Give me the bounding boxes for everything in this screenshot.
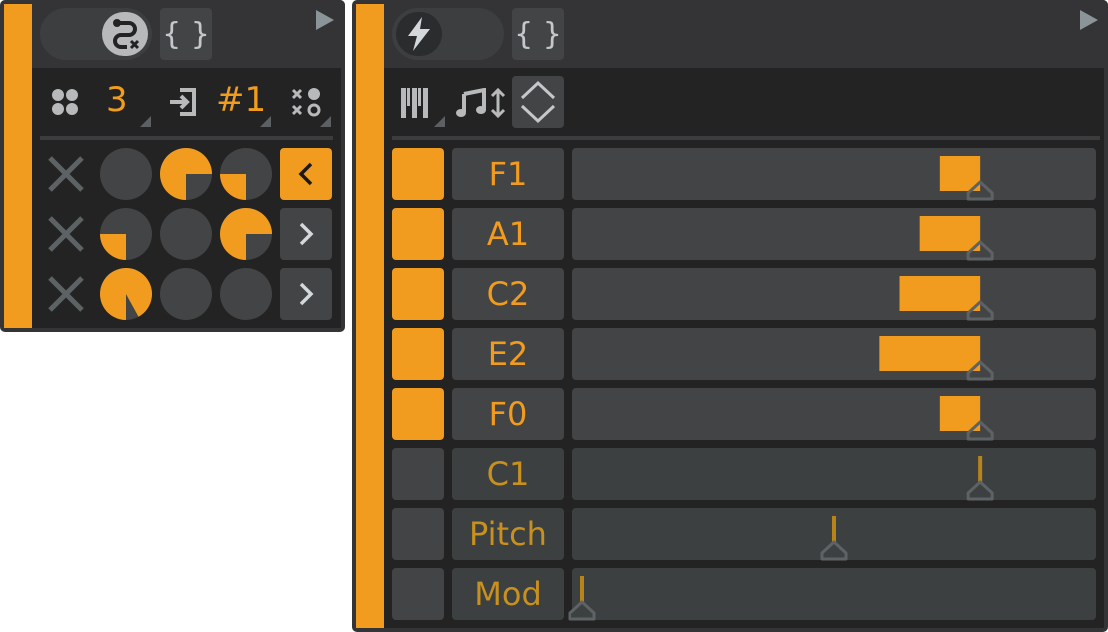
row-slider-track[interactable] (572, 268, 1096, 321)
slider-handle (820, 540, 848, 561)
row-slider-track[interactable] (572, 148, 1096, 201)
pie-cell[interactable] (220, 208, 272, 260)
pie-fill (220, 174, 246, 200)
clear-row-icon[interactable] (46, 274, 86, 314)
toolbar-divider (40, 136, 333, 140)
chevron-updown-icon[interactable] (512, 76, 564, 128)
row-label[interactable]: E2 (452, 328, 564, 380)
pie-fill (100, 234, 126, 260)
device-body: 3 #1 (32, 68, 341, 328)
row-enable-toggle[interactable] (392, 148, 444, 200)
pie-cell[interactable] (220, 268, 272, 320)
row-enable-toggle[interactable] (392, 268, 444, 320)
row-label[interactable]: F1 (452, 148, 564, 200)
slider-handle (966, 480, 994, 501)
modulation-amount-bar (919, 216, 981, 251)
slot-value[interactable]: #1 (216, 80, 266, 120)
position-line (978, 456, 983, 482)
device-color-strip (4, 4, 32, 328)
pie-cell[interactable] (220, 148, 272, 200)
slider-handle (568, 600, 596, 621)
pie-cell[interactable] (160, 208, 212, 260)
row-enable-toggle[interactable] (392, 448, 444, 500)
input-arrow-icon[interactable] (168, 87, 198, 117)
row-slider-track[interactable] (568, 568, 1096, 621)
device-header: { } (32, 0, 345, 68)
row-label[interactable]: A1 (452, 208, 564, 260)
note-updown-icon[interactable] (456, 88, 508, 118)
pie-cell[interactable] (160, 268, 212, 320)
brackets-button[interactable]: { } (160, 8, 212, 60)
piano-keys-icon[interactable] (400, 88, 432, 118)
left-device-panel: { } 3 #1 (0, 0, 345, 332)
chevron-left-icon (298, 162, 313, 186)
lightning-bolt-icon (396, 12, 442, 56)
pie-cell[interactable] (100, 148, 152, 200)
chevron-right-icon (299, 222, 314, 246)
row-slider-track[interactable] (572, 388, 1096, 441)
row-label[interactable]: Mod (452, 568, 564, 620)
position-line (832, 516, 836, 542)
keys-dropdown-corner (434, 116, 445, 127)
x-dot-grid-icon[interactable] (290, 87, 322, 117)
row-enable-toggle[interactable] (392, 508, 444, 560)
count-dropdown-corner (140, 116, 151, 127)
route-remove-icon (102, 12, 148, 56)
device-color-strip (356, 4, 384, 628)
right-device-panel: { } F1 A1 C2 E2 F0 C1 Pitch Mod (352, 0, 1108, 632)
play-triangle-icon[interactable] (316, 10, 334, 30)
device-header: { } (384, 0, 1108, 68)
mode-dropdown-corner (320, 116, 331, 127)
row-enable-toggle[interactable] (392, 328, 444, 380)
chevron-left-button[interactable] (280, 148, 332, 200)
row-slider-track[interactable] (572, 448, 1096, 501)
four-dots-icon[interactable] (50, 87, 80, 117)
row-enable-toggle[interactable] (392, 388, 444, 440)
row-label[interactable]: C2 (452, 268, 564, 320)
pie-cell[interactable] (160, 148, 212, 200)
pie-cell[interactable] (100, 268, 152, 320)
row-slider-track[interactable] (572, 328, 1096, 381)
pie-cell[interactable] (100, 208, 152, 260)
chevron-right-button[interactable] (280, 208, 332, 260)
row-slider-track[interactable] (572, 508, 1096, 561)
row-enable-toggle[interactable] (392, 208, 444, 260)
slot-dropdown-corner (260, 116, 271, 127)
modulation-amount-bar (879, 336, 981, 371)
device-toggle[interactable] (392, 8, 504, 60)
row-label[interactable]: F0 (452, 388, 564, 440)
clear-row-icon[interactable] (46, 154, 86, 194)
chevron-right-icon (299, 282, 314, 306)
device-toggle[interactable] (40, 8, 152, 60)
pie-fill (100, 268, 152, 320)
brackets-button[interactable]: { } (512, 8, 564, 60)
row-enable-toggle[interactable] (392, 568, 444, 620)
modulation-amount-bar (899, 276, 981, 311)
chevron-right-button[interactable] (280, 268, 332, 320)
row-label[interactable]: Pitch (452, 508, 564, 560)
toolbar-divider (392, 136, 1100, 140)
position-line (580, 576, 584, 602)
clear-row-icon[interactable] (46, 214, 86, 254)
play-triangle-icon[interactable] (1080, 10, 1098, 30)
count-value[interactable]: 3 (106, 80, 128, 120)
row-slider-track[interactable] (572, 208, 1096, 261)
row-label[interactable]: C1 (452, 448, 564, 500)
